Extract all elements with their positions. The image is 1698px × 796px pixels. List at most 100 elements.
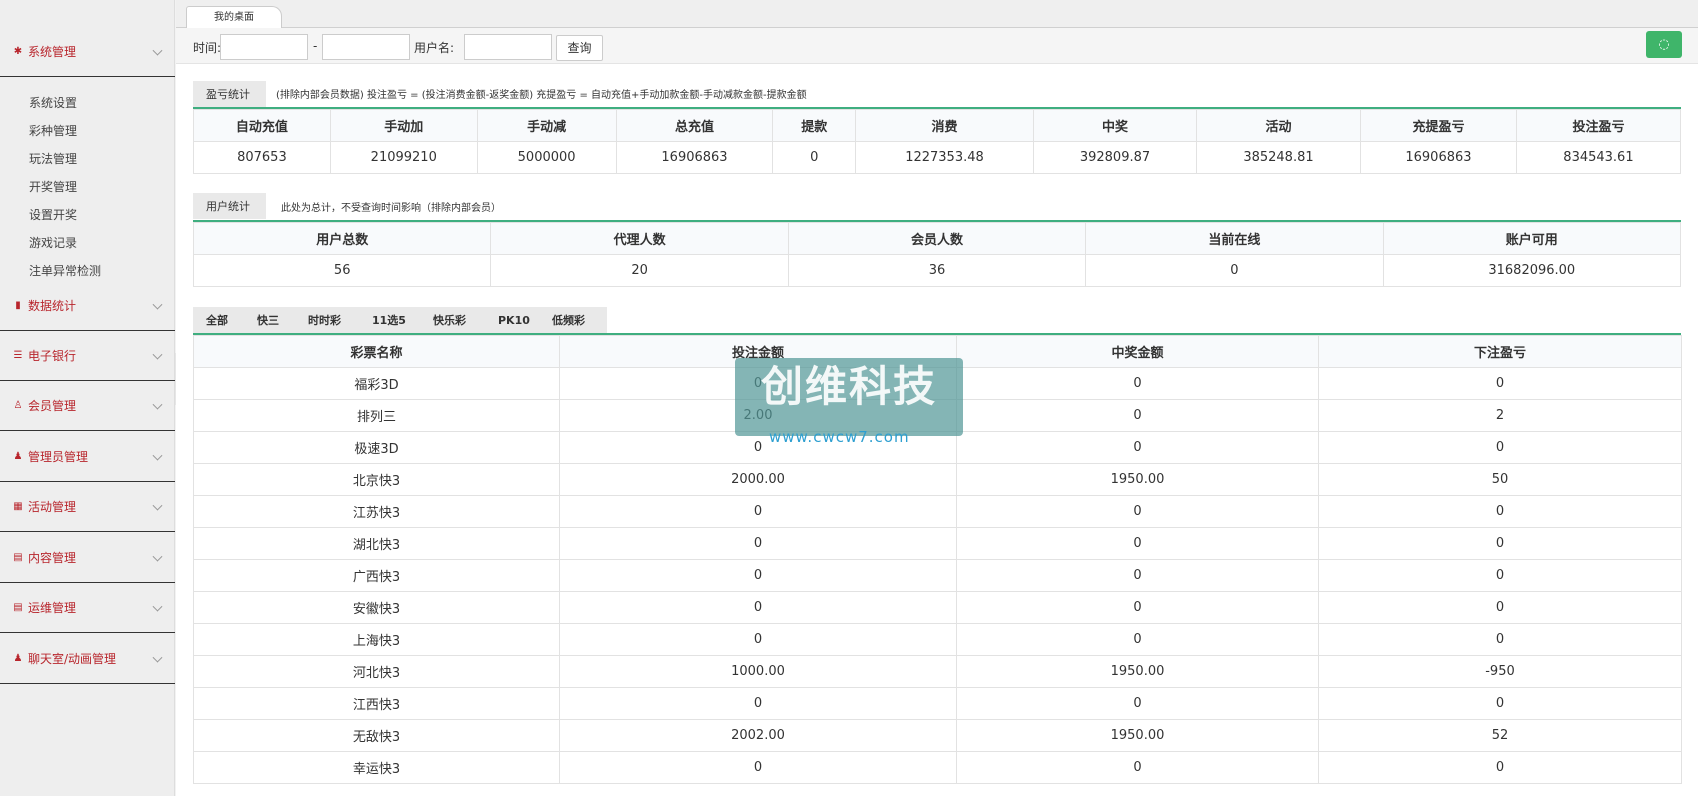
profit-table: 自动充值 手动加 手动减 总充值 提款 消费 中奖 活动 充提盈亏 投注盈亏 8… [193, 109, 1682, 174]
profit-value-row: 807653 21099210 5000000 16906863 0 12273… [193, 141, 1682, 174]
tab-all[interactable]: 全部 [206, 307, 228, 333]
table-cell: 0 [1318, 431, 1682, 464]
column-header: 用户总数 [192, 222, 492, 255]
table-cell: 20 [490, 254, 789, 287]
table-cell: 0 [956, 559, 1319, 592]
menu-system[interactable]: ✱ 系统管理 系统设置 彩种管理 玩法管理 开奖管理 设置开奖 游戏记录 注单异… [0, 27, 175, 285]
table-cell: 0 [956, 527, 1319, 560]
chevron-down-icon [152, 601, 163, 612]
user-outline-icon: ♙ [13, 400, 23, 411]
tab-11x5[interactable]: 11选5 [372, 307, 406, 333]
tab-kuai3[interactable]: 快三 [257, 307, 279, 333]
profit-header-row: 自动充值 手动加 手动减 总充值 提款 消费 中奖 活动 充提盈亏 投注盈亏 [193, 109, 1682, 142]
refresh-button[interactable]: ◌ [1646, 31, 1682, 58]
submenu-item-set-draw[interactable]: 设置开奖 [0, 201, 175, 229]
watermark-logo: 创维科技 www.cwcw7.com [735, 358, 963, 446]
menu-activity[interactable]: ▦ 活动管理 [0, 482, 175, 532]
submenu-item-play-manage[interactable]: 玩法管理 [0, 145, 175, 173]
column-header: 当前在线 [1085, 222, 1384, 255]
table-cell: 21099210 [329, 141, 478, 174]
submenu-item-lottery-manage[interactable]: 彩种管理 [0, 117, 175, 145]
table-cell: 1950.00 [956, 463, 1319, 496]
user-stats-table: 用户总数 代理人数 会员人数 当前在线 账户可用 56 20 36 0 3168… [192, 222, 1682, 287]
table-cell: 807653 [193, 141, 331, 174]
menu-system-header[interactable]: ✱ 系统管理 [0, 27, 175, 77]
query-button[interactable]: 查询 [556, 35, 603, 61]
table-cell: 56 [192, 254, 492, 287]
tab-low-freq[interactable]: 低频彩 [552, 307, 585, 333]
table-cell: 36 [787, 254, 1087, 287]
table-row: 安徽快3 0 0 0 [193, 591, 1682, 624]
column-header: 会员人数 [787, 222, 1087, 255]
table-cell: 1000.00 [559, 655, 957, 688]
table-cell: 0 [559, 687, 957, 720]
menu-chatroom[interactable]: ♟ 聊天室/动画管理 [0, 634, 175, 684]
table-cell: 0 [1318, 559, 1682, 592]
table-cell: 排列三 [193, 399, 560, 432]
table-row: 湖北快3 0 0 0 [193, 527, 1682, 560]
column-header: 账户可用 [1382, 222, 1682, 255]
tab-pk10[interactable]: PK10 [498, 307, 530, 333]
table-cell: 2000.00 [559, 463, 957, 496]
search-toolbar: 时间: - 用户名: 查询 ◌ [176, 28, 1698, 64]
column-header: 消费 [854, 109, 1035, 142]
table-cell: 湖北快3 [193, 527, 560, 560]
user-value-row: 56 20 36 0 31682096.00 [192, 254, 1682, 287]
user-stats-tab[interactable]: 用户统计 [193, 193, 266, 219]
table-cell: 江苏快3 [193, 495, 560, 528]
lottery-filter-tabs: 全部 快三 时时彩 11选5 快乐彩 PK10 低频彩 [193, 307, 607, 333]
table-cell: 0 [559, 591, 957, 624]
table-cell: 385248.81 [1196, 141, 1361, 174]
column-header: 手动加 [329, 109, 478, 142]
menu-data-stats[interactable]: ▮ 数据统计 [0, 281, 175, 331]
table-cell: 1950.00 [956, 655, 1319, 688]
profit-stats-tab[interactable]: 盈亏统计 [193, 81, 266, 107]
column-header: 手动减 [476, 109, 617, 142]
user-icon: ♟ [13, 451, 23, 462]
submenu-item-system-settings[interactable]: 系统设置 [0, 89, 175, 117]
table-cell: 0 [956, 495, 1319, 528]
table-cell: 0 [1318, 591, 1682, 624]
chevron-down-icon [152, 399, 163, 410]
table-cell: 31682096.00 [1382, 254, 1682, 287]
column-header: 中奖 [1033, 109, 1197, 142]
user-icon: ♟ [13, 653, 23, 664]
tab-my-desktop[interactable]: 我的桌面 [186, 6, 282, 29]
user-header-row: 用户总数 代理人数 会员人数 当前在线 账户可用 [192, 222, 1682, 255]
chevron-down-icon [152, 349, 163, 360]
table-row: 江苏快3 0 0 0 [193, 495, 1682, 528]
user-stats-note: 此处为总计，不受查询时间影响（排除内部会员） [281, 203, 501, 214]
gear-icon: ✱ [13, 46, 23, 57]
table-cell: -950 [1318, 655, 1682, 688]
menu-ebank[interactable]: ☰ 电子银行 [0, 331, 175, 381]
submenu-item-draw-manage[interactable]: 开奖管理 [0, 173, 175, 201]
table-cell: 1227353.48 [854, 141, 1035, 174]
table-row: 江西快3 0 0 0 [193, 687, 1682, 720]
column-header: 充提盈亏 [1359, 109, 1517, 142]
tab-kuaile[interactable]: 快乐彩 [433, 307, 466, 333]
submenu-item-game-records[interactable]: 游戏记录 [0, 229, 175, 257]
menu-admin[interactable]: ♟ 管理员管理 [0, 432, 175, 482]
table-cell: 上海快3 [193, 623, 560, 656]
book-icon: ▤ [13, 602, 23, 613]
tab-bar: 我的桌面 [176, 0, 1698, 29]
start-time-input[interactable] [220, 34, 308, 60]
table-cell: 16906863 [1359, 141, 1517, 174]
book-icon: ▤ [13, 552, 23, 563]
menu-member[interactable]: ♙ 会员管理 [0, 381, 175, 431]
username-input[interactable] [464, 34, 552, 60]
table-cell: 0 [1318, 495, 1682, 528]
table-cell: 0 [956, 623, 1319, 656]
menu-ops[interactable]: ▤ 运维管理 [0, 583, 175, 633]
table-cell: 0 [559, 751, 957, 784]
table-row: 上海快3 0 0 0 [193, 623, 1682, 656]
chevron-down-icon [152, 299, 163, 310]
table-cell: 极速3D [193, 431, 560, 464]
menu-content[interactable]: ▤ 内容管理 [0, 533, 175, 583]
end-time-input[interactable] [322, 34, 410, 60]
column-header: 提款 [772, 109, 856, 142]
table-row: 无敌快3 2002.00 1950.00 52 [193, 719, 1682, 752]
tab-shishicai[interactable]: 时时彩 [308, 307, 341, 333]
username-label: 用户名: [414, 41, 455, 55]
table-cell: 河北快3 [193, 655, 560, 688]
